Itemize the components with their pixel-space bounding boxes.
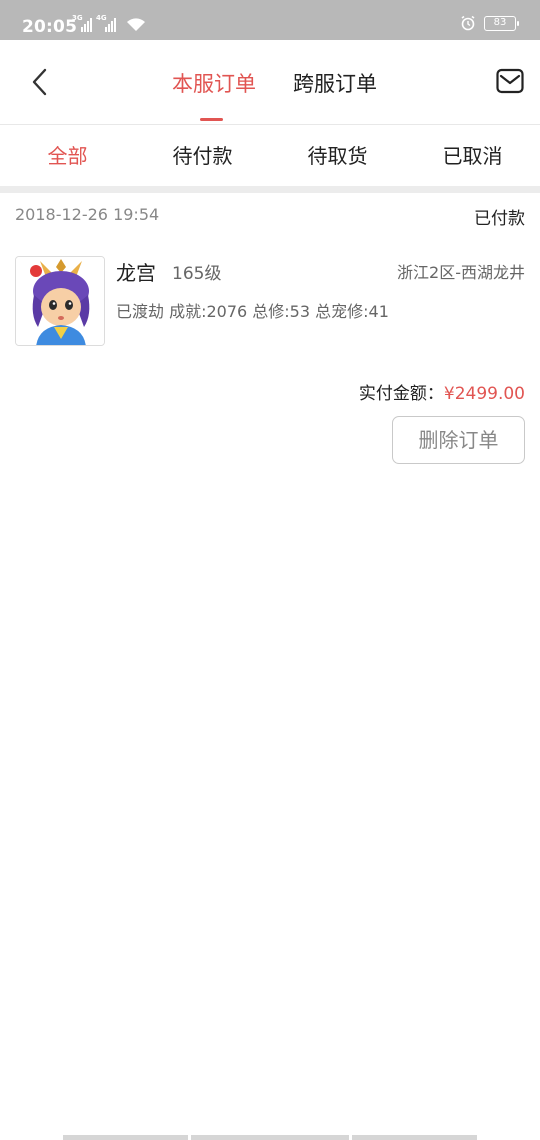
paid-amount-label: 实付金额： <box>358 384 444 404</box>
battery-icon: 83 <box>484 15 519 31</box>
signal-icon: 3G <box>72 14 92 32</box>
bottom-scroll-handles <box>63 1135 477 1140</box>
character-level: 165级 <box>172 264 222 284</box>
order-card[interactable]: 2018-12-26 19:54 已付款 龙宫 165级 浙江2区-西湖龙井 已… <box>0 193 540 480</box>
order-filter-tabs: 全部 待付款 待取货 已取消 <box>0 125 540 187</box>
paid-amount-value: ¥2499.00 <box>443 384 525 404</box>
status-bar: 20:05 3G 4G 83 <box>0 0 540 40</box>
character-name: 龙宫 <box>116 261 156 285</box>
alarm-icon <box>461 15 475 31</box>
character-portrait-icon <box>16 257 104 345</box>
character-avatar <box>15 256 105 346</box>
tab-cross-server-orders[interactable]: 跨服订单 <box>293 68 377 98</box>
character-stats: 已渡劫 成就:2076 总修:53 总宠修:41 <box>116 302 389 321</box>
tab-indicator <box>200 118 223 121</box>
order-date: 2018-12-26 19:54 <box>15 205 160 224</box>
tab-local-orders[interactable]: 本服订单 <box>172 68 256 98</box>
delete-order-button[interactable]: 删除订单 <box>392 416 525 464</box>
battery-level: 83 <box>493 16 507 28</box>
filter-tab-pending-payment[interactable]: 待付款 <box>135 125 270 187</box>
section-divider <box>0 186 540 193</box>
status-time: 20:05 <box>22 17 78 37</box>
paid-amount-row: 实付金额：¥2499.00 <box>359 379 525 404</box>
wifi-icon <box>127 18 145 31</box>
chevron-left-icon[interactable] <box>28 68 52 96</box>
filter-tab-cancelled[interactable]: 已取消 <box>405 125 540 187</box>
signal-icon: 4G <box>96 14 116 32</box>
filter-tab-all[interactable]: 全部 <box>0 125 135 187</box>
filter-tab-pending-pickup[interactable]: 待取货 <box>270 125 405 187</box>
mail-icon[interactable] <box>496 68 524 94</box>
app-header: 本服订单 跨服订单 <box>0 40 540 125</box>
order-status: 已付款 <box>474 209 525 229</box>
signal-group: 3G 4G <box>72 14 146 32</box>
server-name: 浙江2区-西湖龙井 <box>397 263 525 282</box>
